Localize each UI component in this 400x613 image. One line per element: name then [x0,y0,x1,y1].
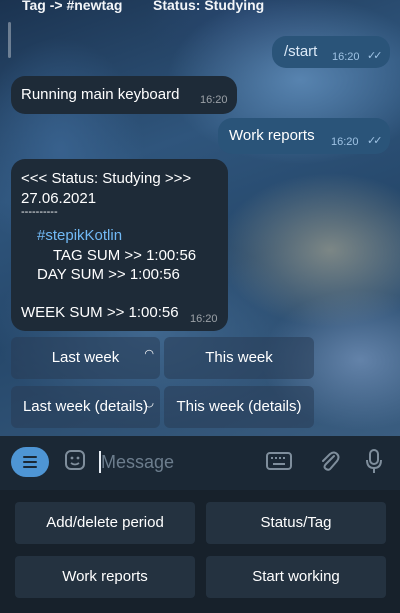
message-text: Work reports [229,127,315,144]
keyboard-button-start-working[interactable]: Start working [206,556,386,598]
message-report[interactable]: <<< Status: Studying >>> 27.06.2021 ----… [11,159,228,331]
message-time: 16:20 [332,51,360,63]
pinned-message-bar[interactable]: Tag -> #newtag Status: Studying [0,0,400,18]
attach-paperclip-icon[interactable] [318,448,340,474]
inline-button-label: This week [205,349,273,366]
menu-icon-line [23,461,37,463]
inline-button-this-week[interactable]: This week [164,337,314,379]
loading-spinner-icon: ◡ [144,397,154,409]
inline-button-label: Last week (details) [22,398,149,415]
inline-button-this-week-details[interactable]: This week (details) [164,386,314,428]
sticker-emoji-icon[interactable] [64,449,86,471]
keyboard-icon[interactable] [266,452,292,470]
keyboard-button-work-reports[interactable]: Work reports [15,556,195,598]
keyboard-button-status-tag[interactable]: Status/Tag [206,502,386,544]
read-checks-icon: ✓✓ [367,50,383,62]
report-divider: ---------- [21,206,58,218]
message-work-reports[interactable]: Work reports 16:20 ✓✓ [218,118,390,154]
pinned-status-text: Status: Studying [153,0,265,13]
bot-menu-button[interactable] [11,447,49,477]
menu-icon-line [23,466,37,468]
message-time: 16:20 [200,94,228,106]
inline-button-label: This week (details) [176,398,302,415]
message-text: Running main keyboard [21,86,180,103]
keyboard-button-add-delete-period[interactable]: Add/delete period [15,502,195,544]
message-time: 16:20 [331,136,359,148]
pinned-tag-text: Tag -> #newtag [22,0,123,13]
message-text: /start [284,43,318,60]
message-input[interactable] [101,450,261,474]
inline-button-last-week[interactable]: Last week ◠ [11,337,160,379]
message-start[interactable]: /start 16:20 ✓✓ [272,36,390,68]
loading-spinner-icon: ◠ [144,348,154,360]
report-date: 27.06.2021 [21,190,97,207]
inline-button-last-week-details[interactable]: Last week (details) ◡ [11,386,160,428]
pinned-indicator [8,22,11,58]
read-checks-icon: ✓✓ [367,135,383,147]
report-day-sum: DAY SUM >> 1:00:56 [37,266,180,283]
report-tag-sum: TAG SUM >> 1:00:56 [53,247,197,264]
message-running-keyboard[interactable]: Running main keyboard 16:20 [11,76,237,114]
menu-icon-line [23,456,37,458]
inline-button-label: Last week [51,349,120,366]
report-status-line: <<< Status: Studying >>> [21,170,192,187]
message-time: 16:20 [190,313,218,325]
report-hashtag-link[interactable]: #stepikKotlin [37,227,122,244]
report-week-sum: WEEK SUM >> 1:00:56 [21,304,179,321]
microphone-icon[interactable] [364,448,384,476]
